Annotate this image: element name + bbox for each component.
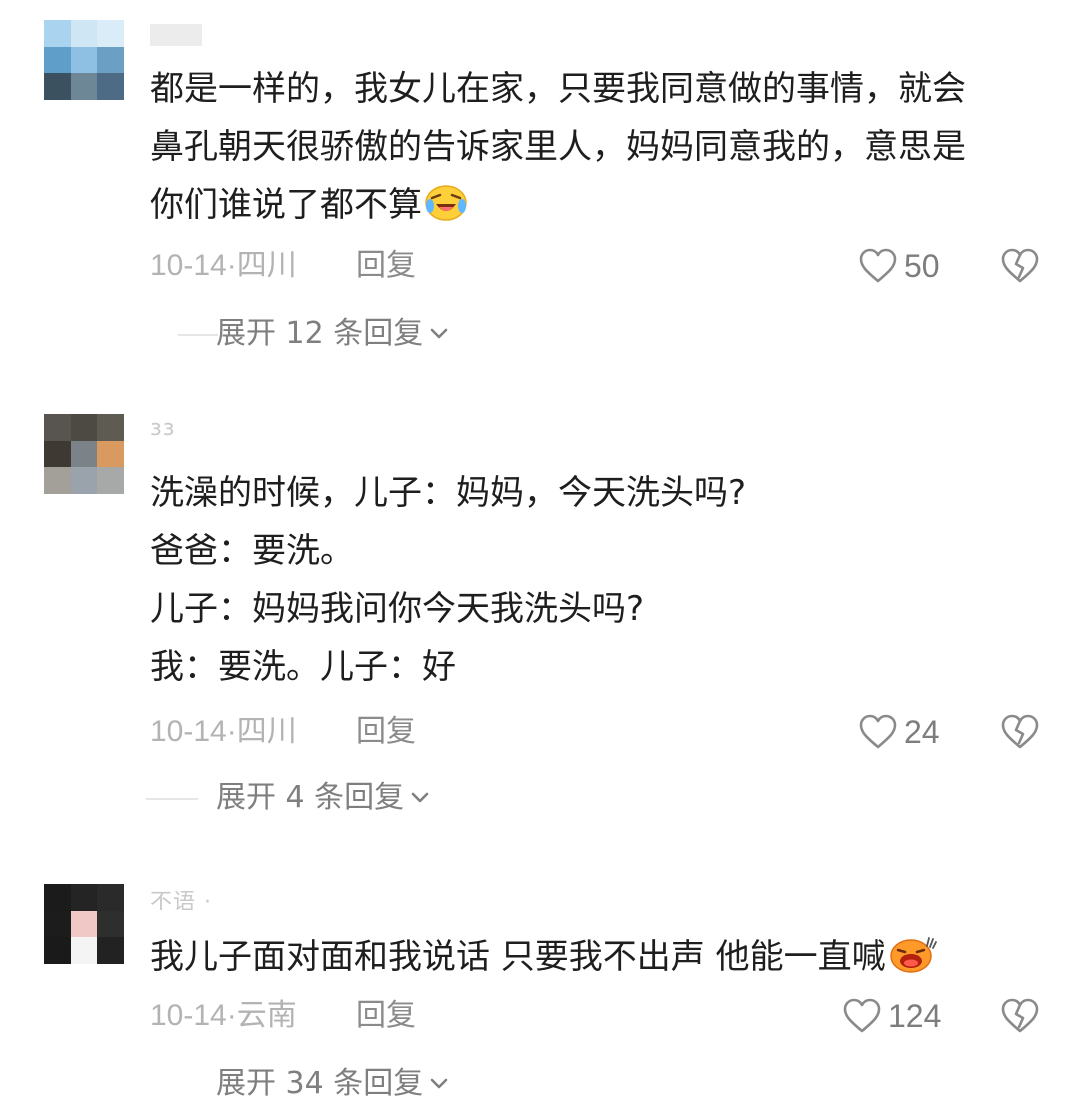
comment-location: 四川: [236, 249, 297, 282]
avatar-pixel: [70, 884, 98, 911]
broken-heart-icon[interactable]: [1000, 246, 1040, 286]
comment-line: 我儿子面对面和我说话 只要我不出声 他能一直喊: [150, 928, 1030, 986]
comment-meta: 10-14·四川 回复 24: [150, 710, 1040, 754]
reply-button[interactable]: 回复: [356, 244, 416, 288]
expand-divider: [178, 334, 218, 336]
chevron-down-icon: [411, 792, 429, 803]
heart-outline-icon: [859, 714, 897, 749]
avatar-pixel: [97, 20, 124, 47]
username[interactable]: 不语 ·: [150, 884, 212, 910]
username-text: ɜɜ: [150, 416, 176, 441]
expand-replies[interactable]: 展开 4 条回复: [146, 778, 650, 818]
avatar-pixel: [70, 73, 98, 100]
avatar-pixel: [97, 937, 124, 964]
broken-heart-icon[interactable]: [1000, 996, 1040, 1036]
like-button[interactable]: 124: [842, 994, 941, 1038]
avatar-pixel: [44, 46, 71, 74]
like-count: 24: [904, 713, 940, 750]
expand-divider: [146, 798, 198, 800]
expand-label-text: 展开 34 条回复: [216, 1066, 424, 1101]
avatar-pixel: [97, 884, 124, 911]
avatar-pixel: [97, 73, 124, 100]
comment-line: 你们谁说了都不算: [150, 176, 1030, 234]
comment-line: 儿子：妈妈我问你今天我洗头吗?: [150, 589, 645, 629]
comment-text: 我儿子面对面和我说话 只要我不出声 他能一直喊: [150, 928, 1030, 986]
crying-laughing-emoji-icon: [425, 185, 467, 221]
reply-button[interactable]: 回复: [356, 994, 416, 1038]
broken-heart-icon[interactable]: [1000, 712, 1040, 752]
comment-line-text: 我儿子面对面和我说话 只要我不出声 他能一直喊: [150, 937, 886, 977]
comment-line: 鼻孔朝天很骄傲的告诉家里人，妈妈同意我的，意思是: [150, 127, 966, 167]
avatar-pixel: [97, 46, 124, 74]
heart-outline-icon: [843, 998, 881, 1033]
expand-replies-label[interactable]: 展开 4 条回复: [216, 778, 430, 818]
expand-replies[interactable]: 展开 34 条回复: [150, 1064, 650, 1104]
avatar-pixel: [70, 467, 98, 494]
comment-line: 洗澡的时候，儿子：妈妈，今天洗头吗?: [150, 473, 747, 513]
avatar-pixel: [44, 73, 71, 100]
avatar-pixel: [44, 440, 71, 468]
avatar-pixel: [97, 910, 124, 938]
expand-label-text: 展开 4 条回复: [216, 780, 405, 815]
avatar-pixel: [70, 937, 98, 964]
comment-text: 都是一样的，我女儿在家，只要我同意做的事情，就会 鼻孔朝天很骄傲的告诉家里人，妈…: [150, 60, 1030, 234]
comment-location: 云南: [236, 999, 297, 1032]
expand-replies-label[interactable]: 展开 34 条回复: [216, 1064, 449, 1104]
avatar[interactable]: [44, 20, 124, 100]
like-count: 124: [888, 997, 942, 1034]
comment-date: 10-14·: [150, 715, 237, 748]
comment-text: 洗澡的时候，儿子：妈妈，今天洗头吗? 爸爸：要洗。 儿子：妈妈我问你今天我洗头吗…: [150, 464, 1030, 696]
comment-date: 10-14·: [150, 999, 237, 1032]
comment-location: 四川: [236, 715, 297, 748]
avatar[interactable]: [44, 414, 124, 494]
avatar-pixel: [44, 937, 71, 964]
comment-date-location: 10-14·四川: [150, 244, 297, 288]
comment-line: 我：要洗。儿子：好: [150, 647, 456, 687]
reply-button[interactable]: 回复: [356, 710, 416, 754]
expand-replies[interactable]: 展开 12 条回复: [150, 314, 650, 354]
username-text: 不语 ·: [150, 890, 212, 910]
comment-date-location: 10-14·四川: [150, 710, 297, 754]
chevron-down-icon: [430, 328, 448, 339]
avatar-pixel: [44, 910, 71, 938]
comment-line: 爸爸：要洗。: [150, 531, 354, 571]
avatar-pixel: [44, 414, 71, 441]
avatar-pixel: [70, 20, 98, 47]
avatar-pixel: [97, 467, 124, 494]
avatar-pixel: [97, 414, 124, 441]
comment-meta: 10-14·云南 回复 124: [150, 994, 1040, 1038]
like-count: 50: [904, 247, 940, 284]
avatar-pixel: [44, 20, 71, 47]
expand-replies-label[interactable]: 展开 12 条回复: [216, 314, 449, 354]
chevron-down-icon: [430, 1078, 448, 1089]
avatar-pixel: [44, 884, 71, 911]
comment-line-text: 你们谁说了都不算: [150, 185, 422, 225]
like-button[interactable]: 50: [858, 244, 940, 288]
username-blur: [150, 24, 202, 46]
expand-label-text: 展开 12 条回复: [216, 316, 424, 351]
avatar[interactable]: [44, 884, 124, 964]
avatar-pixel: [70, 910, 98, 938]
like-button[interactable]: 24: [858, 710, 940, 754]
avatar-pixel: [44, 467, 71, 494]
avatar-pixel: [97, 440, 124, 468]
comment-meta: 10-14·四川 回复 50: [150, 244, 1040, 288]
heart-outline-icon: [859, 248, 897, 283]
comment-date-location: 10-14·云南: [150, 994, 297, 1038]
username[interactable]: [150, 24, 202, 50]
avatar-pixel: [70, 46, 98, 74]
avatar-pixel: [70, 414, 98, 441]
comment-line: 都是一样的，我女儿在家，只要我同意做的事情，就会: [150, 69, 966, 109]
shouting-emoji-icon: [889, 937, 937, 973]
username[interactable]: ɜɜ: [150, 416, 175, 442]
comment-date: 10-14·: [150, 249, 237, 282]
avatar-pixel: [70, 440, 98, 468]
